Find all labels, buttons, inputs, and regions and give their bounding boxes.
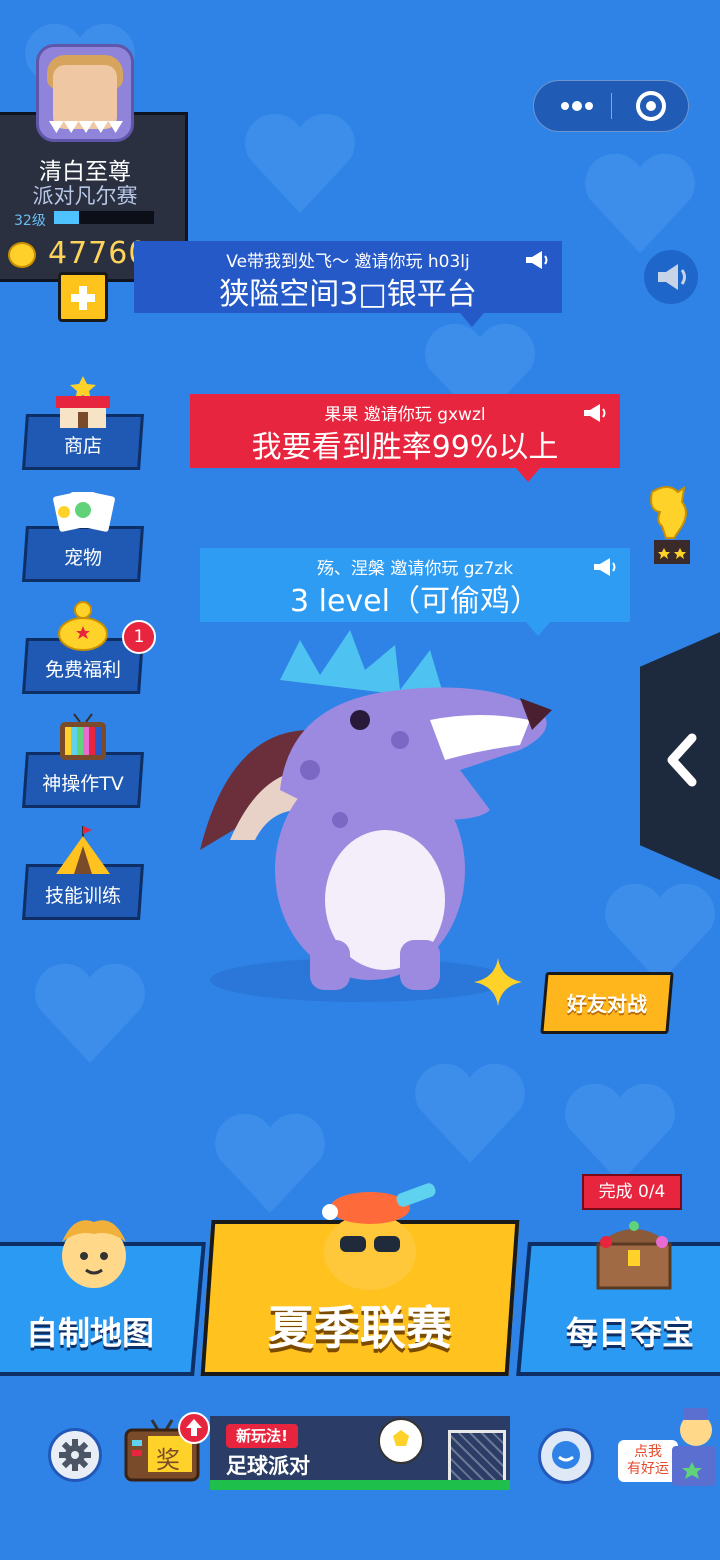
daily-treasure-label: 每日夺宝: [565, 1314, 694, 1352]
capsule-divider: [611, 93, 612, 119]
target-close-icon[interactable]: [620, 84, 680, 128]
treasure-chest-icon: [596, 1221, 672, 1290]
summer-league-character-icon: [322, 1183, 436, 1290]
menu-label: 免费福利: [44, 659, 121, 681]
sparkle-icon: [474, 958, 522, 1006]
gear-icon: [59, 1439, 91, 1471]
tv-icon: [60, 713, 106, 760]
invite-banner[interactable]: 殇、涅槃 邀请你玩 gz7zk 3 level（可偷鸡）: [200, 548, 630, 636]
football-party-title: 足球派对: [226, 1454, 310, 1478]
invite-banner[interactable]: Ve带我到处飞～ 邀请你玩 h03lj 狭隘空间3□银平台: [134, 241, 562, 327]
notification-badge: 1: [122, 620, 156, 654]
shop-icon: [56, 376, 110, 428]
tent-icon: [56, 826, 110, 874]
menu-item-shop[interactable]: 商店: [22, 374, 144, 470]
level-progress-fill: [54, 211, 79, 224]
menu-label: 宠物: [63, 547, 102, 569]
avatar[interactable]: [36, 44, 134, 142]
piggy-bank-icon: [58, 601, 108, 651]
chevron-left-icon[interactable]: [660, 730, 710, 790]
settings-button[interactable]: [48, 1428, 102, 1482]
megaphone-icon: [584, 404, 606, 422]
menu-item-pets[interactable]: 宠物: [22, 488, 144, 582]
custom-map-label: 自制地图: [25, 1314, 154, 1352]
menu-item-skill-training[interactable]: 技能训练: [22, 824, 144, 920]
ellipsis-icon[interactable]: [544, 84, 610, 128]
menu-label: 商店: [63, 435, 102, 457]
level-progress-bar: [54, 211, 154, 224]
player-rank-title: 派对凡尔赛: [32, 184, 138, 208]
invite-banner[interactable]: 果果 邀请你玩 gxwzl 我要看到胜率99%以上: [190, 394, 620, 482]
megaphone-icon: [594, 558, 616, 576]
add-coins-button[interactable]: [58, 272, 108, 322]
menu-label: 神操作TV: [42, 773, 124, 795]
megaphone-icon: [526, 251, 548, 269]
custom-map-character-icon: [62, 1220, 126, 1288]
megaphone-icon: [658, 264, 686, 290]
announcement-button[interactable]: [644, 250, 698, 304]
lucky-character-icon: [672, 1408, 716, 1486]
arrow-up-icon: [178, 1412, 210, 1444]
invite-message: 狭隘空间3□银平台: [219, 277, 477, 312]
chat-bubble-icon: [552, 1441, 580, 1469]
player-level: 32级: [14, 213, 46, 229]
grass-strip: [210, 1480, 510, 1490]
goal-net-icon: [448, 1430, 506, 1486]
coin-icon: [8, 242, 36, 268]
treasure-progress-badge: 完成 0/4: [582, 1174, 682, 1210]
soccer-ball-icon: [378, 1418, 424, 1464]
menu-item-tv[interactable]: 神操作TV: [22, 712, 144, 808]
menu-label: 技能训练: [44, 885, 121, 907]
invite-message: 3 level（可偷鸡）: [290, 584, 540, 619]
new-mode-tag: 新玩法!: [226, 1424, 298, 1448]
reward-label: 奖: [156, 1446, 180, 1474]
trophy-icon[interactable]: [638, 482, 702, 568]
summer-league-label: 夏季联赛: [268, 1301, 452, 1355]
friend-battle-label: 好友对战: [567, 992, 647, 1016]
invite-message: 我要看到胜率99%以上: [251, 430, 559, 465]
chat-button[interactable]: [538, 1428, 594, 1484]
pet-cards-icon: [53, 492, 115, 532]
